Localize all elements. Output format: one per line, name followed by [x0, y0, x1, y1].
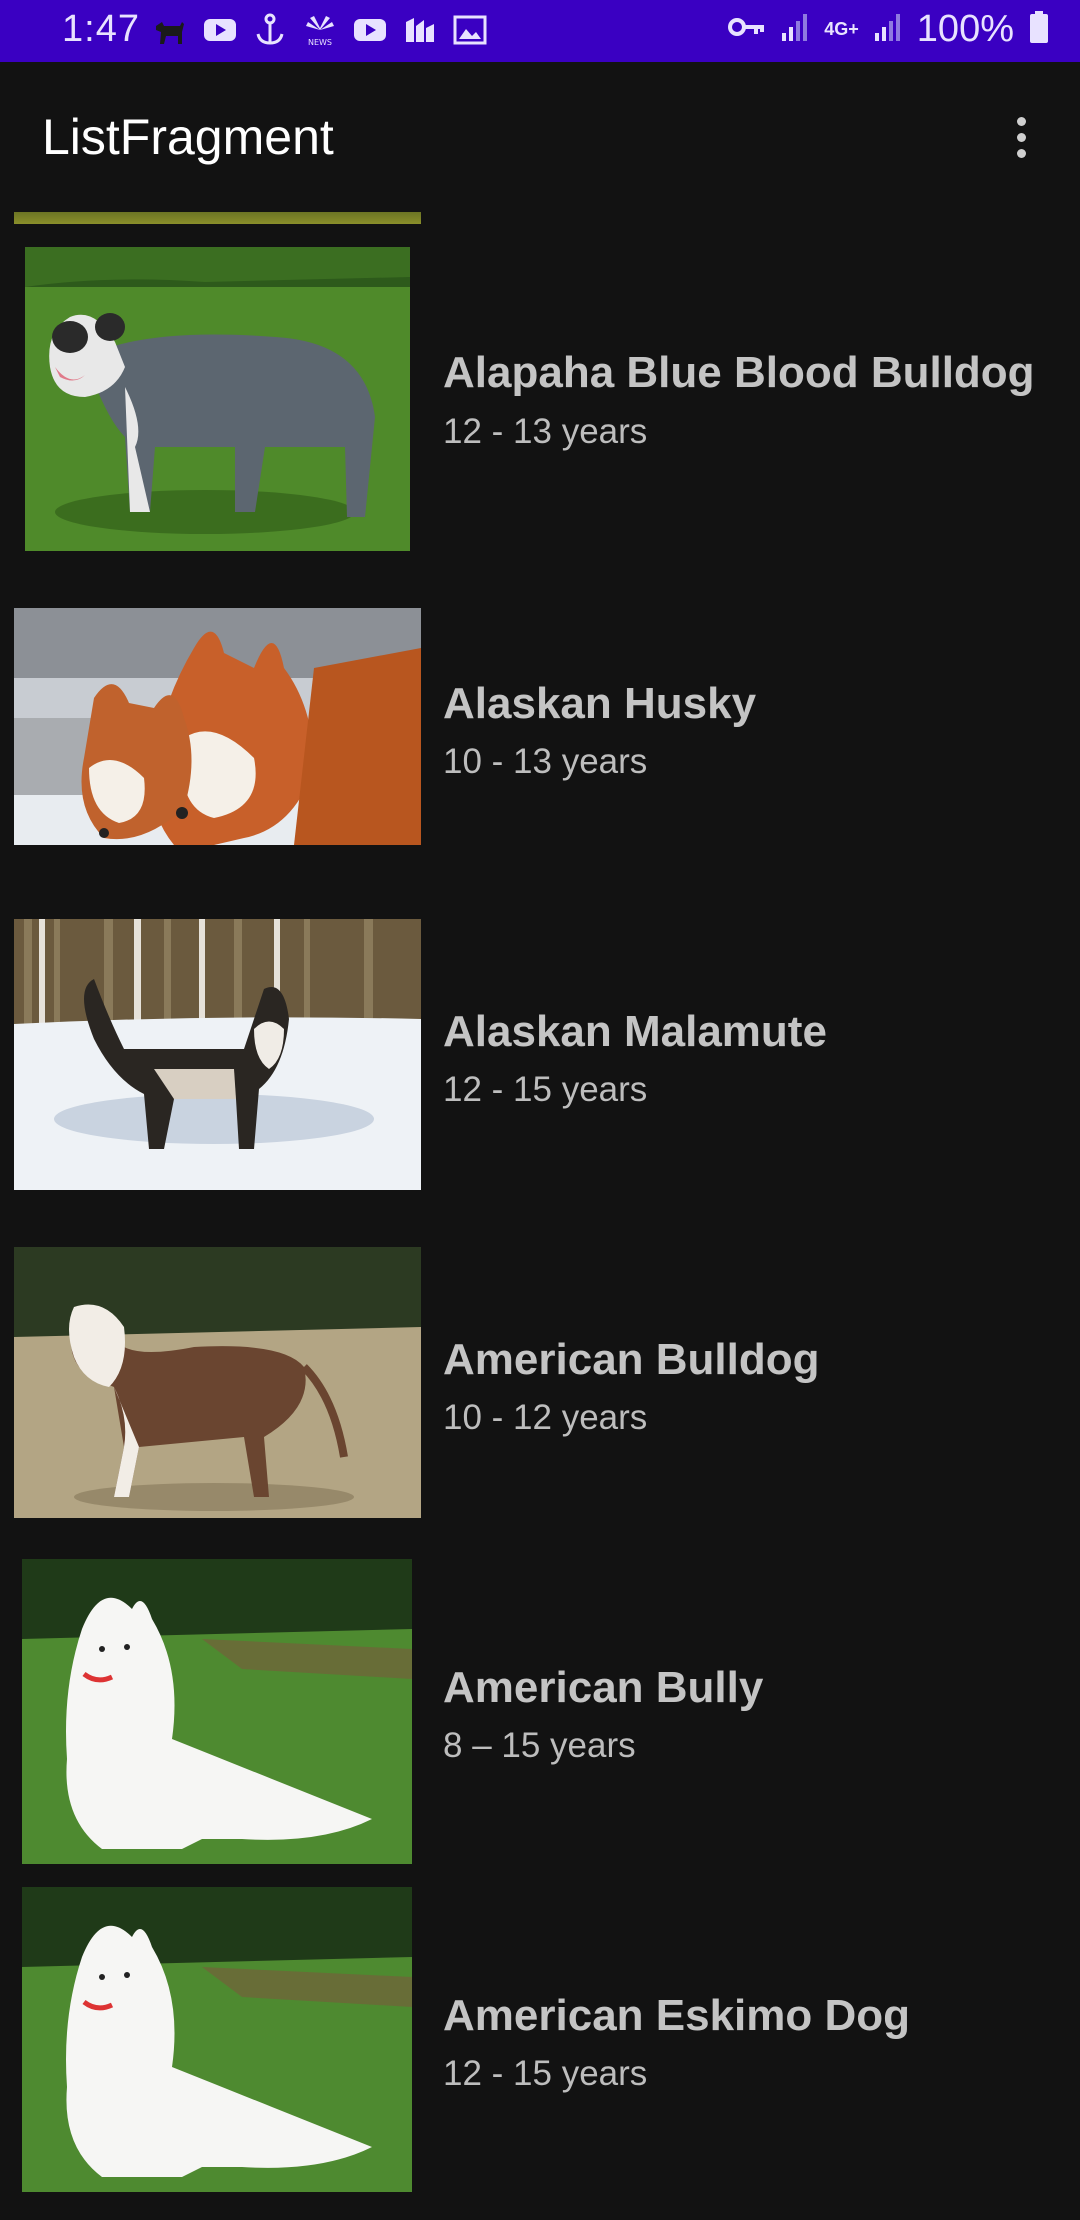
breed-image: [14, 608, 421, 845]
breed-image: [22, 1559, 412, 1864]
breed-name: American Eskimo Dog: [443, 1991, 911, 2040]
breed-life-span: 12 - 15 years: [443, 2054, 648, 2093]
breed-life-span: 12 - 15 years: [443, 1070, 648, 1109]
breed-image: [25, 247, 410, 551]
breed-life-span: 10 - 12 years: [443, 1398, 648, 1437]
breed-name: American Bulldog: [443, 1335, 820, 1384]
breed-life-span: 12 - 13 years: [443, 412, 648, 451]
breed-name: Alaskan Malamute: [443, 1007, 827, 1056]
breed-name: American Bully: [443, 1663, 764, 1712]
breed-list[interactable]: Alapaha Blue Blood Bulldog 12 - 13 years…: [0, 0, 1080, 2220]
breed-life-span: 8 – 15 years: [443, 1726, 636, 1765]
breed-name: Alaskan Husky: [443, 679, 757, 728]
breed-life-span: 10 - 13 years: [443, 742, 648, 781]
breed-image: [22, 1887, 412, 2192]
breed-name: Alapaha Blue Blood Bulldog: [443, 348, 1035, 397]
breed-image: [14, 919, 421, 1190]
breed-image: [14, 1247, 421, 1518]
